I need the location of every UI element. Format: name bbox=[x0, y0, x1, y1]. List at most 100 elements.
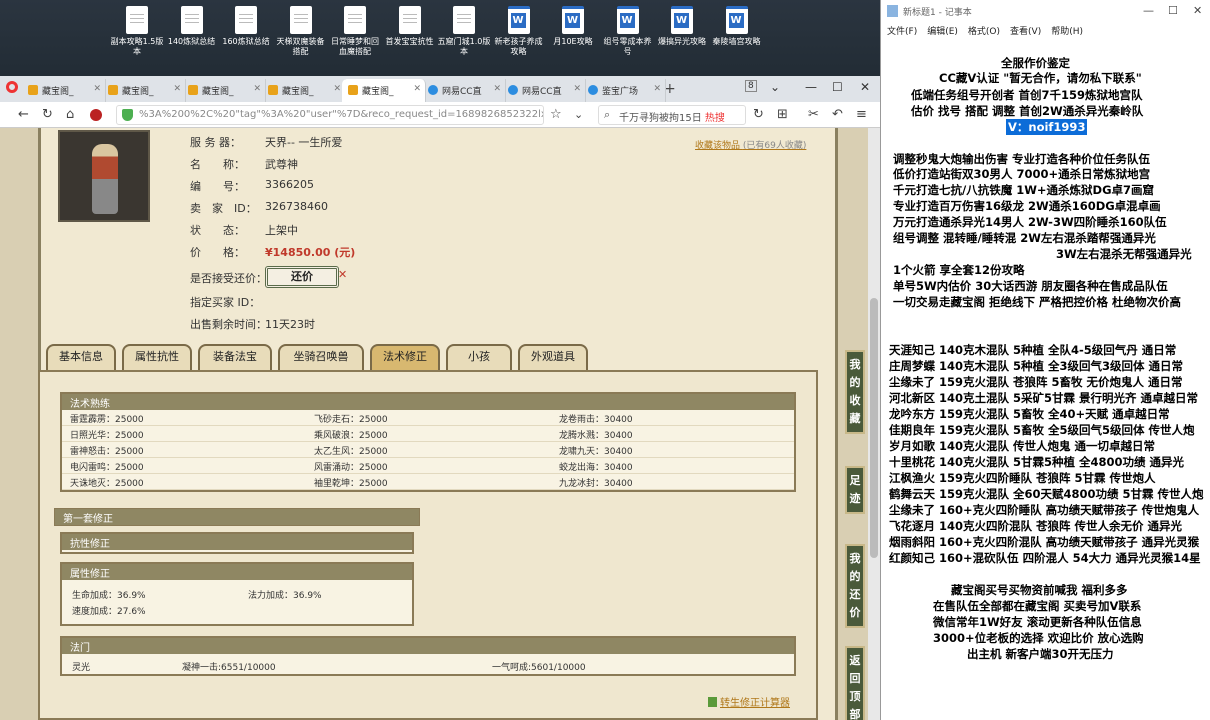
page-content: 服 务 器： 天界-- 一生所爱 名 称： 武尊神 编 号： 3366205 卖 家 … bbox=[0, 128, 880, 720]
desktop-icon[interactable]: W 新老孩子养成攻略 bbox=[492, 6, 546, 57]
notepad-line: 尘缘未了 160+克火四阶睡队 高功绩天赋带孩子 传世炮鬼人 bbox=[889, 503, 1200, 517]
accept-label: 是否接受还价： bbox=[190, 272, 267, 285]
tab-close-icon[interactable]: ✕ bbox=[653, 84, 661, 94]
side-button-top[interactable]: 返回顶部 bbox=[845, 646, 865, 720]
desktop-icon[interactable]: W 月10E攻略 bbox=[546, 6, 600, 47]
np-minimize-button[interactable]: — bbox=[1143, 4, 1154, 17]
desktop-icon[interactable]: 首发宝宝抗性 bbox=[383, 6, 437, 47]
browser-tab[interactable]: 藏宝阁_ ✕ bbox=[342, 79, 426, 102]
tab-close-icon[interactable]: ✕ bbox=[93, 84, 101, 94]
browser-tab[interactable]: 网易CC直 ✕ bbox=[502, 79, 586, 102]
more-menu-icon[interactable]: ≡ bbox=[856, 107, 867, 122]
tab-favicon-icon bbox=[28, 85, 38, 95]
side-button-footprint[interactable]: 足迹 bbox=[845, 466, 865, 514]
desktop-icon[interactable]: W 组号零成本养号 bbox=[601, 6, 655, 57]
tab-favicon-icon bbox=[508, 85, 518, 95]
refresh-icon[interactable]: ↻ bbox=[753, 107, 764, 122]
first-fix-title: 第一套修正 bbox=[55, 509, 419, 525]
tab-favicon-icon bbox=[588, 85, 598, 95]
notepad-line: 3W左右混杀无帮强通异光 bbox=[1056, 247, 1192, 261]
desktop-icon-label: 月10E攻略 bbox=[553, 37, 593, 46]
desktop-icon[interactable]: W 秦陵墙宫攻略 bbox=[710, 6, 764, 47]
menu-grid-icon[interactable]: ⊞ bbox=[777, 107, 788, 122]
panel-tab[interactable]: 小孩 bbox=[446, 344, 512, 370]
panel-tab[interactable]: 坐骑召唤兽 bbox=[278, 344, 364, 370]
offer-close-icon[interactable]: ✕ bbox=[338, 268, 347, 281]
notepad-line: 飞花逐月 140克火四阶混队 苍狼阵 传世人余无价 通异光 bbox=[889, 519, 1183, 533]
desktop-icon[interactable]: 日常睡梦和回血魔搭配 bbox=[328, 6, 382, 57]
tab-close-icon[interactable]: ✕ bbox=[173, 84, 181, 94]
notepad-menu-item[interactable]: 格式(O) bbox=[968, 27, 1000, 37]
text-file-icon bbox=[453, 6, 475, 34]
dropdown-icon[interactable]: ⌄ bbox=[574, 108, 583, 121]
offer-button[interactable]: 还价 bbox=[265, 266, 339, 288]
bookmark-star-icon[interactable]: ☆ bbox=[550, 107, 562, 122]
magic-box: 法门 灵光 凝神一击:6551/10000 一气呵成:5601/10000 bbox=[60, 636, 796, 676]
tab-count-badge[interactable]: 8 bbox=[745, 80, 757, 92]
notepad-menu-item[interactable]: 编辑(E) bbox=[927, 27, 958, 37]
text-file-icon bbox=[289, 6, 312, 34]
undo-icon[interactable]: ↶ bbox=[832, 107, 843, 122]
notepad-menu-item[interactable]: 帮助(H) bbox=[1051, 27, 1083, 37]
notepad-line: 调整秒鬼大炮输出伤害 专业打造各种价位任务队伍 bbox=[893, 152, 1151, 166]
browser-tab[interactable]: 藏宝阁_ ✕ bbox=[22, 79, 106, 102]
desktop-icon[interactable]: 五窟门城1.0版本 bbox=[437, 6, 491, 57]
buyer-label: 指定买家 ID： bbox=[190, 296, 261, 309]
np-maximize-button[interactable]: ☐ bbox=[1168, 4, 1178, 17]
tab-close-icon[interactable]: ✕ bbox=[573, 84, 581, 94]
panel-tab[interactable]: 装备法宝 bbox=[198, 344, 272, 370]
desktop-icon[interactable]: 160炼狱总结 bbox=[219, 6, 273, 47]
word-document-icon: W bbox=[671, 6, 693, 34]
desktop-icon[interactable]: W 爆搞异光攻略 bbox=[655, 6, 709, 47]
browser-tab[interactable]: 藏宝阁_ ✕ bbox=[102, 79, 186, 102]
spell-cell: 雷霆霹雳：25000 bbox=[70, 415, 144, 425]
address-bar-row: ← ↻ ⌂ %3A%200%2C%20"tag"%3A%20"user"%7D&… bbox=[0, 102, 880, 128]
minimize-button[interactable]: — bbox=[805, 80, 817, 94]
panel-tab[interactable]: 属性抗性 bbox=[122, 344, 192, 370]
browser-tab[interactable]: 网易CC直 ✕ bbox=[422, 79, 506, 102]
tab-list-icon[interactable]: ⌄ bbox=[770, 80, 780, 94]
attr-box: 属性修正 生命加成：36.9% 法力加成：36.9% 速度加成：27.6% bbox=[60, 562, 414, 626]
tab-close-icon[interactable]: ✕ bbox=[333, 84, 341, 94]
panel-tab[interactable]: 基本信息 bbox=[46, 344, 116, 370]
tab-close-icon[interactable]: ✕ bbox=[253, 84, 261, 94]
desktop-icon[interactable]: 天梯双魔装备搭配 bbox=[274, 6, 328, 57]
character-portrait bbox=[58, 130, 150, 222]
page-scrollbar[interactable] bbox=[868, 128, 880, 720]
browser-tab[interactable]: 藏宝阁_ ✕ bbox=[262, 79, 346, 102]
seller-row: 卖 家 ID： 326738460 bbox=[190, 200, 328, 216]
panel-tab[interactable]: 外观道具 bbox=[518, 344, 588, 370]
back-icon[interactable]: ← bbox=[18, 107, 29, 122]
browser-tab[interactable]: 鉴宝广场 ✕ bbox=[582, 79, 666, 102]
tab-close-icon[interactable]: ✕ bbox=[493, 84, 501, 94]
close-button[interactable]: ✕ bbox=[860, 80, 870, 94]
search-input[interactable]: ⌕ 千万寻狗被拘15日 热搜 bbox=[598, 105, 746, 125]
notepad-menu-item[interactable]: 查看(V) bbox=[1010, 27, 1041, 37]
scissors-icon[interactable]: ✂ bbox=[808, 107, 819, 122]
notepad-menu-item[interactable]: 文件(F) bbox=[887, 27, 917, 37]
status-label: 状 态： bbox=[190, 224, 245, 237]
maximize-button[interactable]: ☐ bbox=[832, 80, 843, 94]
reload-icon[interactable]: ↻ bbox=[42, 107, 53, 122]
side-button-offers[interactable]: 我的还价 bbox=[845, 544, 865, 628]
tab-close-icon[interactable]: ✕ bbox=[413, 84, 421, 94]
scrollbar-thumb[interactable] bbox=[870, 298, 878, 558]
spell-cell: 太乙生风：25000 bbox=[314, 447, 388, 457]
tab-favicon-icon bbox=[268, 85, 278, 95]
browser-tab[interactable]: 藏宝阁_ ✕ bbox=[182, 79, 266, 102]
notepad-text[interactable]: 全服作价鉴定 CC藏V认证 "暂无合作，请勿私下联系" 低端任务组号开创者 首创7千… bbox=[881, 40, 1210, 720]
spell-cell: 乘风破浪：25000 bbox=[314, 431, 388, 441]
calc-label: 转生修正计算器 bbox=[720, 698, 790, 709]
calc-link[interactable]: 转生修正计算器 bbox=[708, 694, 790, 709]
home-icon[interactable]: ⌂ bbox=[66, 107, 74, 122]
favorite-link[interactable]: 收藏该物品 (已有69人收藏) bbox=[695, 138, 806, 151]
panel-tab[interactable]: 法术修正 bbox=[370, 344, 440, 370]
url-input[interactable]: %3A%200%2C%20"tag"%3A%20"user"%7D&reco_r… bbox=[116, 105, 544, 125]
desktop-icon[interactable]: 140炼狱总结 bbox=[165, 6, 219, 47]
favorite-label: 收藏该物品 bbox=[695, 141, 741, 151]
desktop-icon[interactable]: 副本攻略1.5版本 bbox=[110, 6, 164, 57]
side-button-favorites[interactable]: 我的收藏 bbox=[845, 350, 865, 434]
np-close-button[interactable]: ✕ bbox=[1193, 4, 1202, 17]
browser-logo-icon bbox=[6, 81, 18, 93]
spell-row: 雷神怒击：25000 太乙生风：25000 龙啸九天：30400 bbox=[62, 442, 794, 458]
